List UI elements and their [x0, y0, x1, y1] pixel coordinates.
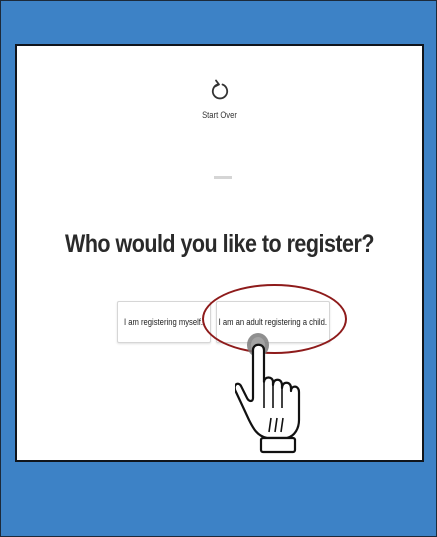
- registration-screen: Start Over Who would you like to registe…: [15, 44, 424, 462]
- register-child-label: I am an adult registering a child.: [218, 317, 328, 327]
- page-title: Who would you like to register?: [65, 230, 374, 258]
- refresh-icon: [211, 79, 228, 100]
- register-child-button[interactable]: I am an adult registering a child.: [216, 301, 330, 343]
- tutorial-frame: Start Over Who would you like to registe…: [0, 0, 437, 537]
- register-myself-label: I am registering myself.: [124, 317, 204, 327]
- register-myself-button[interactable]: I am registering myself.: [117, 301, 211, 343]
- hand-pointer-icon: [235, 333, 301, 454]
- start-over-button[interactable]: Start Over: [17, 78, 422, 120]
- start-over-label: Start Over: [202, 110, 237, 120]
- divider: [214, 176, 232, 179]
